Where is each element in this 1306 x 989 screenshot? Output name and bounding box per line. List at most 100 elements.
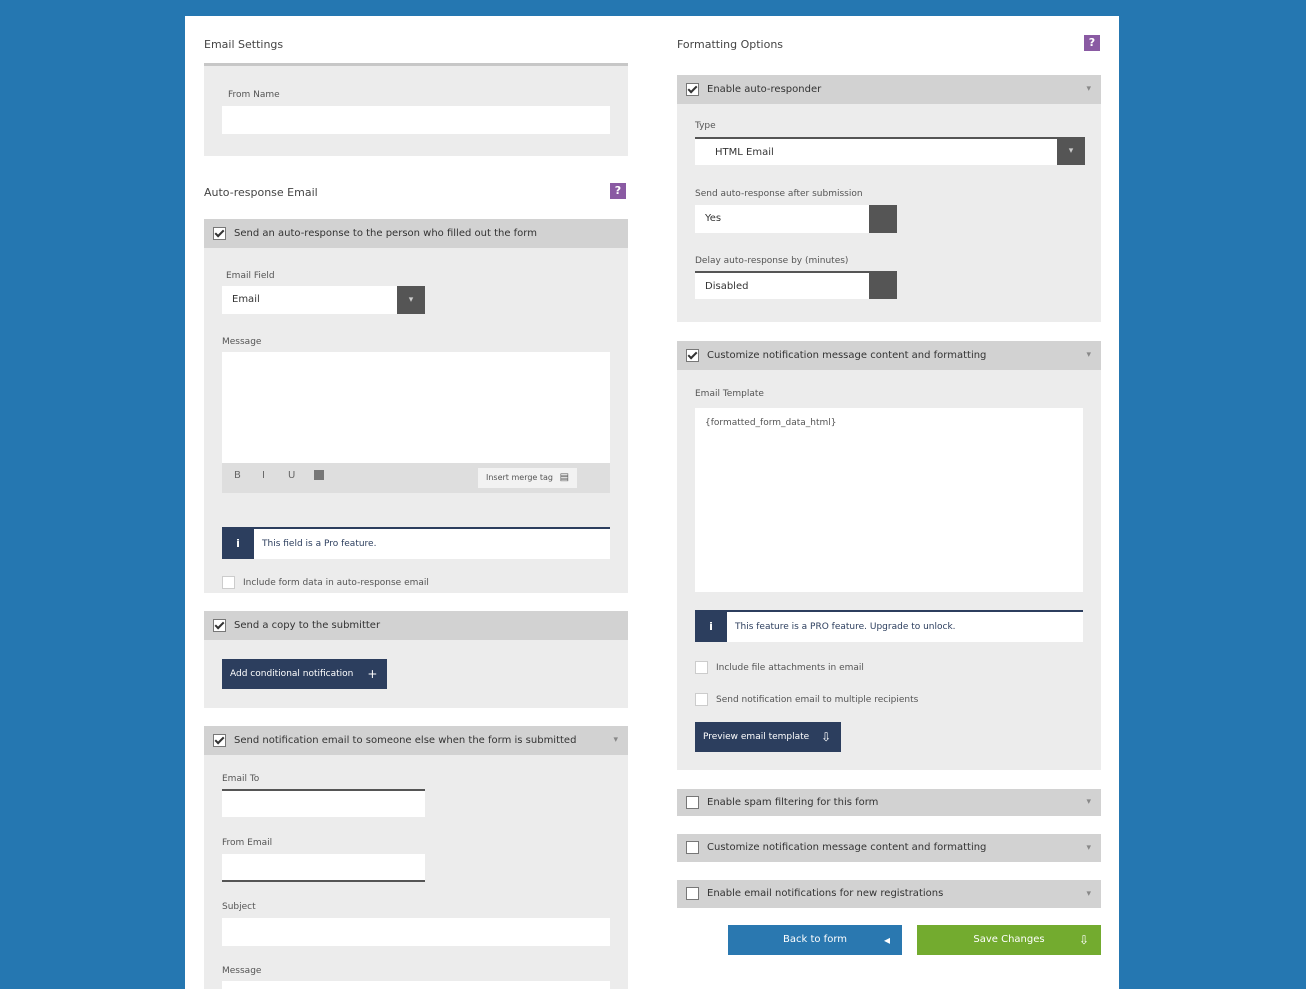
chevron-down-icon[interactable]: ▾ [1086, 880, 1091, 908]
multiple-recipients-label: Send notification email to multiple reci… [716, 695, 919, 705]
send-after-dropdown-button[interactable] [869, 205, 897, 233]
registration-notify-panel: Enable email notifications for new regis… [677, 880, 1101, 908]
from-email-input[interactable] [222, 854, 425, 882]
notification-email-panel: Send notification email to someone else … [204, 726, 628, 989]
email-to-label: Email To [222, 774, 260, 784]
from-name-input[interactable] [222, 106, 610, 134]
chevron-down-icon[interactable]: ▾ [1086, 834, 1091, 862]
spam-filter-panel-header[interactable]: Enable spam filtering for this form ▾ [677, 789, 1101, 816]
send-copy-panel-header[interactable]: Send a copy to the submitter [204, 611, 628, 640]
image-icon[interactable] [314, 470, 324, 480]
include-form-data-label: Include form data in auto-response email [243, 578, 429, 588]
email-settings-panel: From Name [204, 63, 628, 156]
save-changes-label: Save Changes [973, 934, 1045, 945]
add-conditional-notification-button[interactable]: Add conditional notification + [222, 659, 388, 689]
settings-page: Email Settings From Name Auto-response E… [185, 16, 1119, 989]
file-attachments-box[interactable] [695, 661, 708, 674]
chevron-down-icon[interactable]: ▾ [1086, 789, 1091, 816]
italic-icon[interactable]: I [262, 470, 265, 481]
multiple-recipients-box[interactable] [695, 693, 708, 706]
send-copy-checkbox[interactable] [213, 619, 226, 632]
add-conditional-notification-label: Add conditional notification [230, 669, 354, 679]
app-stage: Email Settings From Name Auto-response E… [0, 0, 1306, 989]
preview-template-label: Preview email template [703, 732, 810, 742]
message-textarea[interactable] [222, 352, 610, 463]
chevron-down-icon[interactable]: ▾ [1086, 341, 1091, 370]
custom-content-panel: Customize notification message content a… [677, 834, 1101, 862]
formatting-options-title: Formatting Options [677, 38, 784, 51]
subject-label: Subject [222, 902, 256, 912]
email-field-dropdown-button[interactable]: ▾ [397, 286, 425, 314]
left-background [0, 16, 185, 989]
send-after-select[interactable]: Yes [695, 205, 869, 233]
send-after-label: Send auto-response after submission [695, 189, 863, 199]
preview-template-button[interactable]: Preview email template ⇩ [695, 722, 842, 752]
insert-merge-tag-label: Insert merge tag [486, 473, 554, 482]
notification-email-panel-header-text: Send notification email to someone else … [234, 735, 577, 746]
include-form-data-checkbox[interactable]: Include form data in auto-response email [222, 576, 429, 589]
spam-filter-checkbox[interactable] [686, 796, 699, 809]
right-background [1119, 16, 1306, 989]
save-changes-button[interactable]: Save Changes ⇩ [917, 925, 1101, 955]
insert-merge-tag-button[interactable]: Insert merge tag ▤ [478, 468, 578, 488]
top-background [0, 0, 1306, 16]
pro-feature-notice-text: This field is a Pro feature. [262, 539, 377, 549]
arrow-left-icon: ◂ [883, 933, 890, 947]
from-name-label: From Name [228, 90, 280, 100]
registration-notify-panel-header[interactable]: Enable email notifications for new regis… [677, 880, 1101, 908]
info-icon: i [222, 529, 254, 559]
auto-response-panel-header[interactable]: Send an auto-response to the person who … [204, 219, 628, 248]
bold-icon[interactable]: B [234, 470, 241, 481]
delay-dropdown-button[interactable] [869, 271, 897, 299]
chevron-down-icon[interactable]: ▾ [613, 726, 618, 755]
type-dropdown-button[interactable]: ▾ [1057, 137, 1085, 165]
delay-select[interactable]: Disabled [695, 271, 869, 299]
email-field-select[interactable]: Email [222, 286, 398, 314]
from-email-label: From Email [222, 838, 273, 848]
message-toolbar: B I U Insert merge tag ▤ [222, 463, 610, 493]
delay-label: Delay auto-response by (minutes) [695, 256, 849, 266]
auto-response-panel-header-text: Send an auto-response to the person who … [234, 228, 537, 239]
auto-response-enable-checkbox[interactable] [213, 227, 226, 240]
back-to-form-button[interactable]: Back to form ◂ [728, 925, 902, 955]
chevron-down-icon[interactable]: ▾ [1086, 75, 1091, 104]
custom-content-checkbox[interactable] [686, 841, 699, 854]
email-template-textarea[interactable]: {formatted_form_data_html} [695, 408, 1083, 592]
message-content-panel: Customize notification message content a… [677, 341, 1101, 770]
email-to-input[interactable] [222, 789, 425, 817]
notification-message-label: Message [222, 966, 262, 976]
auto-responder-panel: Enable auto-responder ▾ Type HTML Email … [677, 75, 1101, 322]
subject-input[interactable] [222, 918, 610, 946]
notification-message-input[interactable] [222, 981, 610, 989]
formatting-help-icon[interactable]: ? [1084, 35, 1100, 51]
registration-notify-checkbox[interactable] [686, 887, 699, 900]
pro-upgrade-notice: i This feature is a PRO feature. Upgrade… [695, 610, 1083, 642]
send-copy-panel-header-text: Send a copy to the submitter [234, 620, 381, 631]
email-settings-title: Email Settings [204, 38, 284, 51]
auto-response-help-icon[interactable]: ? [610, 183, 626, 199]
multiple-recipients-checkbox[interactable]: Send notification email to multiple reci… [695, 693, 918, 706]
merge-tag-icon: ▤ [559, 472, 570, 483]
message-content-checkbox[interactable] [686, 349, 699, 362]
custom-content-panel-header[interactable]: Customize notification message content a… [677, 834, 1101, 862]
auto-responder-header-text: Enable auto-responder [707, 84, 822, 95]
send-copy-panel: Send a copy to the submitter Add conditi… [204, 611, 628, 708]
message-content-panel-header[interactable]: Customize notification message content a… [677, 341, 1101, 370]
auto-responder-panel-header[interactable]: Enable auto-responder ▾ [677, 75, 1101, 104]
email-template-label: Email Template [695, 389, 764, 399]
notification-email-checkbox[interactable] [213, 734, 226, 747]
auto-responder-checkbox[interactable] [686, 83, 699, 96]
include-form-data-box[interactable] [222, 576, 235, 589]
custom-content-header-text: Customize notification message content a… [707, 842, 987, 853]
file-attachments-label: Include file attachments in email [716, 663, 864, 673]
spam-filter-panel: Enable spam filtering for this form ▾ [677, 789, 1101, 816]
spam-filter-header-text: Enable spam filtering for this form [707, 797, 879, 808]
file-attachments-checkbox[interactable]: Include file attachments in email [695, 661, 864, 674]
back-to-form-label: Back to form [783, 934, 847, 945]
notification-email-panel-header[interactable]: Send notification email to someone else … [204, 726, 628, 755]
type-select[interactable]: HTML Email [695, 137, 1057, 165]
auto-response-panel: Send an auto-response to the person who … [204, 219, 628, 593]
registration-notify-header-text: Enable email notifications for new regis… [707, 888, 944, 899]
email-field-label: Email Field [226, 271, 275, 281]
underline-icon[interactable]: U [288, 470, 295, 481]
